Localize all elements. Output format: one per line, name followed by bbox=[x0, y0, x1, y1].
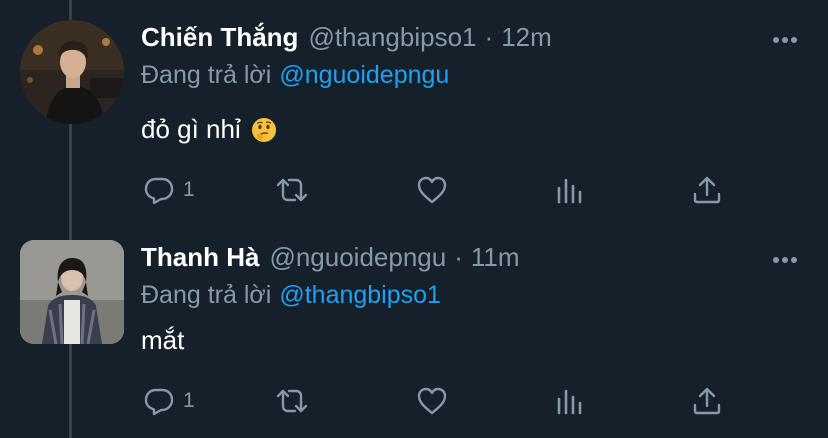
retweet-icon bbox=[276, 389, 308, 413]
retweet-button[interactable] bbox=[276, 383, 308, 419]
analytics-button[interactable] bbox=[554, 383, 586, 419]
separator-dot: · bbox=[454, 242, 463, 272]
reply-button[interactable]: 1 bbox=[143, 172, 195, 208]
share-upload-icon bbox=[693, 387, 721, 415]
mention-link[interactable]: @nguoidepngu bbox=[279, 61, 449, 89]
analytics-bars-icon bbox=[557, 178, 582, 204]
display-name[interactable]: Thanh Hà bbox=[141, 242, 259, 273]
tweet-actions: 1 bbox=[141, 383, 741, 419]
share-upload-icon bbox=[693, 176, 721, 204]
tweet[interactable]: Chiến Thắng @thangbipso1 · 12m Đang trả … bbox=[0, 0, 828, 220]
avatar-photo bbox=[20, 20, 124, 124]
reply-count: 1 bbox=[183, 178, 195, 201]
avatar-photo bbox=[20, 240, 124, 344]
avatar[interactable] bbox=[20, 20, 124, 124]
timestamp[interactable]: 12m bbox=[501, 22, 552, 53]
analytics-button[interactable] bbox=[554, 172, 586, 208]
separator-dot: · bbox=[484, 22, 494, 52]
share-button[interactable] bbox=[691, 383, 723, 419]
timestamp[interactable]: 11m bbox=[471, 242, 520, 273]
more-horizontal-icon bbox=[773, 257, 797, 263]
replying-to: Đang trả lời @nguoidepngu bbox=[141, 61, 449, 90]
avatar[interactable] bbox=[20, 240, 124, 344]
share-button[interactable] bbox=[691, 172, 723, 208]
reply-bubble-icon bbox=[144, 388, 174, 416]
like-button[interactable] bbox=[416, 383, 448, 419]
tweet-text: mắt bbox=[141, 325, 184, 356]
reply-button[interactable]: 1 bbox=[143, 383, 195, 419]
tweet-header: Thanh Hà @nguoidepngu · 11m bbox=[141, 242, 768, 278]
reply-count: 1 bbox=[183, 389, 195, 412]
user-handle[interactable]: @thangbipso1 bbox=[308, 22, 476, 53]
retweet-icon bbox=[276, 178, 308, 202]
mention-link[interactable]: @thangbipso1 bbox=[279, 281, 441, 309]
analytics-bars-icon bbox=[557, 389, 582, 415]
reply-bubble-icon bbox=[144, 177, 174, 205]
tweet[interactable]: Thanh Hà @nguoidepngu · 11m Đang trả lời… bbox=[0, 220, 828, 438]
tweet-text: đỏ gì nhỉ bbox=[141, 114, 277, 145]
heart-icon bbox=[417, 387, 447, 415]
more-options-button[interactable] bbox=[772, 36, 798, 44]
replying-to-label: Đang trả lời bbox=[141, 61, 272, 89]
tweet-text-body: mắt bbox=[141, 325, 185, 355]
more-horizontal-icon bbox=[773, 37, 797, 43]
display-name[interactable]: Chiến Thắng bbox=[141, 22, 298, 53]
like-button[interactable] bbox=[416, 172, 448, 208]
tweet-header: Chiến Thắng @thangbipso1 · 12m bbox=[141, 22, 768, 58]
replying-to-label: Đang trả lời bbox=[141, 281, 272, 309]
heart-icon bbox=[417, 176, 447, 204]
tweet-text-body: đỏ gì nhỉ bbox=[141, 114, 241, 144]
tweet-actions: 1 bbox=[141, 172, 741, 208]
user-handle[interactable]: @nguoidepngu bbox=[269, 242, 446, 273]
replying-to: Đang trả lời @thangbipso1 bbox=[141, 281, 441, 310]
retweet-button[interactable] bbox=[276, 172, 308, 208]
more-options-button[interactable] bbox=[772, 256, 798, 264]
thinking-face-emoji-icon bbox=[251, 117, 277, 143]
